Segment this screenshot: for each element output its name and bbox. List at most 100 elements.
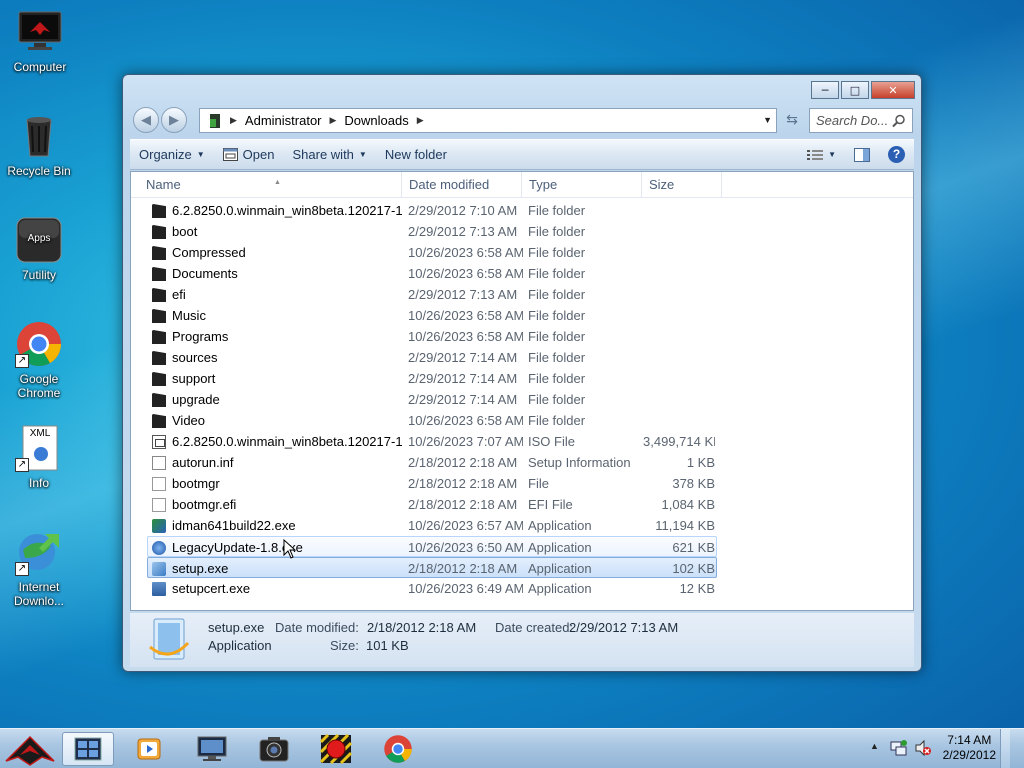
close-button[interactable]: ✕ [871, 81, 915, 99]
breadcrumb-downloads[interactable]: Downloads [344, 113, 408, 128]
file-size: 621 KB [672, 540, 715, 555]
file-row[interactable]: LegacyUpdate-1.8.exe 10/26/2023 6:50 AM Ap… [147, 536, 717, 557]
refresh-icon: ⇆ [786, 112, 798, 128]
file-row[interactable]: bootmgr.efi 2/18/2012 2:18 AM EFI File 1,08… [131, 494, 913, 515]
media-player-icon [137, 738, 161, 760]
start-logo-icon [5, 735, 55, 766]
address-bar[interactable]: ▶ Administrator ▶ Downloads ▶ ▼ [199, 108, 777, 133]
file-row[interactable]: Programs 10/26/2023 6:58 AM File folder [131, 326, 913, 347]
xml-file-icon: XML ↗ [15, 424, 63, 472]
organize-button[interactable]: Organize ▼ [130, 140, 214, 169]
details-date-modified-label: Date modified: [275, 620, 359, 635]
file-row[interactable]: sources 2/29/2012 7:14 AM File folder [131, 347, 913, 368]
change-view-button[interactable]: ▼ [798, 149, 845, 161]
desktop-icon-internet-download-manager[interactable]: ↗ Internet Downlo... [1, 528, 77, 608]
file-type: File folder [528, 266, 586, 281]
address-dropdown-icon[interactable]: ▼ [763, 115, 772, 125]
globe-app-icon [152, 541, 166, 555]
maximize-button[interactable]: □ [841, 81, 869, 99]
setup-app-large-icon [149, 618, 190, 660]
show-desktop-button[interactable] [1000, 729, 1010, 768]
back-button[interactable]: ◀ [133, 107, 159, 133]
taskbar-explorer[interactable] [62, 732, 114, 766]
desktop-icon-label: Info [28, 476, 49, 490]
taskbar-chrome[interactable] [372, 732, 424, 766]
xml-file-badge: XML [29, 428, 51, 439]
cert-app-icon [152, 582, 166, 596]
search-input[interactable]: Search Do... [809, 108, 913, 133]
column-header-type-label: Type [529, 177, 558, 192]
show-hidden-icons-icon[interactable]: ▲ [870, 741, 879, 751]
refresh-button[interactable]: ⇆ [781, 109, 803, 131]
file-row[interactable]: 6.2.8250.0.winmain_win8beta.120217-15...… [131, 431, 913, 452]
taskbar-camera[interactable] [248, 732, 300, 766]
file-row[interactable]: Video 10/26/2023 6:58 AM File folder [131, 410, 913, 431]
file-row[interactable]: 6.2.8250.0.winmain_win8beta.120217-15...… [131, 200, 913, 221]
explorer-window[interactable]: ─ □ ✕ ◀ ▶ ▶ Administrator ▶ Downloads ▶ … [122, 74, 922, 672]
column-headers: Name ▲ Date modified Type Size [131, 172, 913, 198]
desktop-icon-google-chrome[interactable]: ↗ Google Chrome [1, 320, 77, 400]
help-button[interactable]: ? [879, 146, 914, 163]
start-button[interactable] [2, 731, 58, 767]
preview-pane-button[interactable] [845, 147, 879, 162]
desktop-icon-recycle-bin[interactable]: Recycle Bin [1, 112, 77, 178]
breadcrumb-administrator[interactable]: Administrator [245, 113, 322, 128]
column-header-date-modified[interactable]: Date modified [402, 172, 522, 198]
file-row[interactable]: Compressed 10/26/2023 6:58 AM File folder [131, 242, 913, 263]
file-type: File folder [528, 203, 586, 218]
open-button[interactable]: Open [214, 140, 284, 169]
file-row[interactable]: idman641build22.exe 10/26/2023 6:57 AM App… [131, 515, 913, 536]
file-type: Application [528, 561, 592, 576]
file-name: upgrade [172, 392, 220, 407]
file-row[interactable]: setup.exe 2/18/2012 2:18 AM Application 102… [147, 557, 717, 578]
search-placeholder: Search Do... [816, 113, 889, 128]
file-date-modified: 10/26/2023 6:49 AM [408, 581, 523, 596]
taskbar-recorder[interactable] [310, 732, 362, 766]
desktop-icon-info[interactable]: XML ↗ Info [1, 424, 77, 490]
taskbar-remote-desktop[interactable] [186, 732, 238, 766]
file-row[interactable]: Music 10/26/2023 6:58 AM File folder [131, 305, 913, 326]
taskbar-media-player[interactable] [124, 732, 176, 766]
column-header-date-label: Date modified [409, 177, 490, 192]
column-header-name[interactable]: Name ▲ [139, 172, 402, 198]
column-header-size[interactable]: Size [642, 172, 722, 198]
folder-icon [152, 309, 166, 323]
folder-icon [152, 225, 166, 239]
file-list-pane[interactable]: Name ▲ Date modified Type Size 6.2.8250.… [130, 171, 914, 611]
file-row[interactable]: bootmgr 2/18/2012 2:18 AM File 378 KB [131, 473, 913, 494]
blank-file-icon [152, 477, 166, 491]
system-clock[interactable]: 7:14 AM 2/29/2012 [943, 733, 996, 763]
desktop-icon-label: Google Chrome [17, 372, 61, 400]
open-icon [222, 148, 238, 161]
file-list: 6.2.8250.0.winmain_win8beta.120217-15...… [131, 200, 913, 599]
file-row[interactable]: setupcert.exe 10/26/2023 6:49 AM Applicati… [131, 578, 913, 599]
minimize-button[interactable]: ─ [811, 81, 839, 99]
file-name: 6.2.8250.0.winmain_win8beta.120217-15... [172, 203, 402, 218]
file-name: Music [172, 308, 206, 323]
column-header-type[interactable]: Type [522, 172, 642, 198]
volume-muted-icon[interactable] [914, 739, 932, 757]
desktop-icon-7utility[interactable]: Apps 7utility [1, 216, 77, 282]
file-row[interactable]: efi 2/29/2012 7:13 AM File folder [131, 284, 913, 305]
iso-file-icon [152, 435, 166, 449]
file-name: Compressed [172, 245, 246, 260]
shortcut-arrow-icon: ↗ [15, 458, 29, 472]
file-type: File folder [528, 287, 586, 302]
caption-buttons: ─ □ ✕ [811, 81, 915, 99]
network-icon[interactable] [890, 739, 908, 757]
file-row[interactable]: boot 2/29/2012 7:13 AM File folder [131, 221, 913, 242]
new-folder-button[interactable]: New folder [376, 140, 456, 169]
share-with-label: Share with [292, 147, 354, 162]
desktop-icon-computer[interactable]: Computer [2, 8, 78, 74]
breadcrumb-separator-icon: ▶ [416, 115, 424, 125]
forward-button[interactable]: ▶ [161, 107, 187, 133]
file-row[interactable]: Documents 10/26/2023 6:58 AM File folder [131, 263, 913, 284]
back-arrow-icon: ◀ [141, 112, 151, 128]
command-toolbar: Organize ▼ Open Share with ▼ New folder … [130, 139, 914, 170]
file-type: File folder [528, 245, 586, 260]
share-with-button[interactable]: Share with ▼ [283, 140, 375, 169]
file-row[interactable]: upgrade 2/29/2012 7:14 AM File folder [131, 389, 913, 410]
file-row[interactable]: support 2/29/2012 7:14 AM File folder [131, 368, 913, 389]
file-row[interactable]: autorun.inf 2/18/2012 2:18 AM Setup Inform… [131, 452, 913, 473]
desktop-icon-label: 7utility [21, 268, 56, 282]
